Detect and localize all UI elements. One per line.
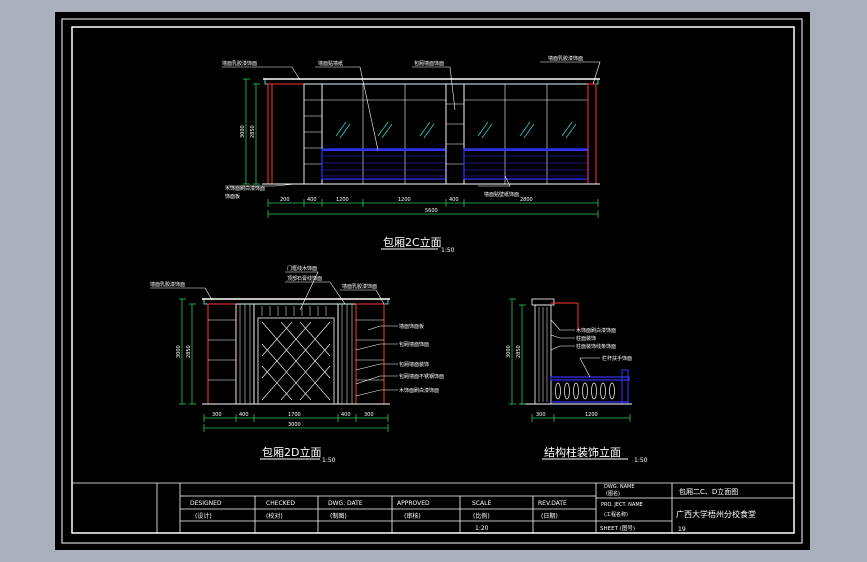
drawing-title-column: 结构柱装饰立面 (544, 445, 621, 459)
height-inner-dim-label-column: 2850 (516, 345, 522, 358)
callout-2c-0: 墙面乳胶漆饰面 (222, 60, 257, 67)
right-note-2d-3: 包厢墙面不锈钢饰面 (399, 373, 444, 380)
dim-col-1: 1200 (585, 412, 598, 418)
dwg-name-label: DWG. NAME (604, 484, 634, 490)
dim-2c-0: 200 (280, 197, 290, 203)
project-value: 广西大学梧州分校食堂 (676, 509, 756, 519)
tb-extra-4: 1:20 (475, 525, 489, 532)
height-inner-dim-label-2d: 2850 (186, 345, 192, 358)
cad-drawing-canvas: 3000 2850 200 400 1200 1200 400 2800 560… (55, 12, 810, 550)
project-sub: (工程名称) (604, 511, 628, 518)
dim-col-0: 300 (536, 412, 546, 418)
drawing-scale-2d: 1:50 (322, 457, 336, 464)
tb-value-4: (比例) (473, 512, 490, 520)
tb-label-4: SCALE (472, 500, 491, 507)
callout-2d-1: 门框线木饰面 (287, 265, 317, 272)
dim-2d-2: 1700 (288, 412, 301, 418)
right-note-2d-4: 木饰面刷白漆饰面 (399, 387, 439, 394)
tb-label-1: CHECKED (266, 500, 295, 507)
tb-label-5: REV.DATE (538, 500, 567, 507)
dim-2c-3: 1200 (398, 197, 411, 203)
note-col-0: 木饰面刷白漆饰面 (576, 327, 616, 334)
dim-2d-0: 300 (212, 412, 222, 418)
drawing-scale-2c: 1:50 (441, 247, 455, 254)
dim-2c-5: 2800 (520, 197, 533, 203)
right-note-2c: 墙面贴壁纸饰面 (484, 191, 519, 198)
project-label: PRO. JECT. NAME (601, 502, 643, 508)
dim-2c-1: 400 (307, 197, 317, 203)
height-dim-label-column: 3000 (506, 345, 512, 358)
dim-2d-total: 3000 (288, 422, 301, 428)
note-col-3: 栏杆扶手饰面 (602, 355, 632, 362)
tb-value-5: (日期) (541, 512, 558, 520)
right-note-2d-1: 包厢墙面饰面 (399, 341, 429, 348)
tb-label-0: DESIGNED (190, 500, 222, 507)
tb-value-2: (制图) (330, 512, 347, 520)
dwg-name-value: 包厢二C、D立面图 (679, 487, 738, 496)
right-note-2d-2: 包厢墙面装饰 (399, 361, 429, 368)
note-col-2: 柱面装饰线条饰面 (576, 343, 616, 350)
dim-2c-2: 1200 (336, 197, 349, 203)
tb-value-1: (校对) (266, 512, 283, 520)
height-dim-label-2c: 3000 (240, 125, 246, 138)
dim-2d-1: 400 (239, 412, 249, 418)
note-col-1: 柱面装饰 (576, 335, 596, 342)
sheet-label: SHEET (图号) (600, 524, 635, 532)
right-note-2d-0: 墙面饰面板 (399, 323, 424, 330)
tb-value-3: (审核) (404, 512, 421, 520)
height-dim-label-2d: 3000 (176, 345, 182, 358)
left-note-2c-0: 木饰面刷白漆饰面 (225, 185, 265, 192)
callout-2c-3: 墙面乳胶漆饰面 (548, 55, 583, 62)
callout-2d-3: 墙面乳胶漆饰面 (342, 283, 377, 290)
callout-2c-1: 墙面贴墙纸 (318, 60, 343, 67)
tb-value-0: (设计) (195, 512, 212, 520)
tb-label-2: DWG. DATE (328, 500, 363, 507)
dim-2c-4: 400 (449, 197, 459, 203)
callout-2c-2: 包厢墙面饰面 (414, 60, 444, 67)
dwg-name-sub: (图名) (606, 490, 620, 497)
dim-2d-3: 400 (341, 412, 351, 418)
callout-2d-0: 墙面乳胶漆饰面 (150, 281, 185, 288)
drawing-scale-column: 1:50 (634, 457, 648, 464)
callout-2d-2: 顶部石膏线饰面 (287, 275, 322, 282)
left-note-2c-1: 饰面板 (225, 193, 240, 200)
height-inner-dim-label-2c: 2850 (250, 125, 256, 138)
sheet-value: 19 (678, 526, 686, 533)
drawing-title-2c: 包厢2C立面 (383, 235, 442, 249)
drawing-title-2d: 包厢2D立面 (262, 445, 321, 459)
tb-label-3: APPROVED (397, 500, 430, 507)
dim-2c-total: 5600 (425, 208, 438, 214)
dim-2d-4: 300 (364, 412, 374, 418)
viewport-background (55, 12, 810, 550)
